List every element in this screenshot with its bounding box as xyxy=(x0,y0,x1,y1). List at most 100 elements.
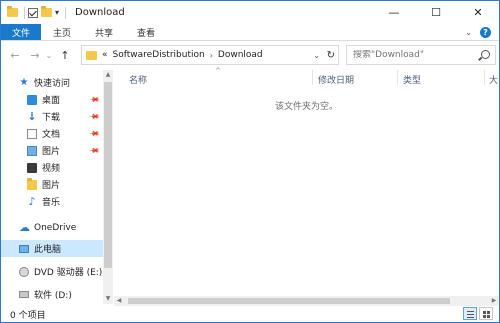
large-icons-view-button[interactable] xyxy=(479,307,493,320)
nav-item-label: 图片 xyxy=(42,147,61,157)
column-date-modified[interactable]: 修改日期 xyxy=(318,73,354,86)
nav-item-label: 音乐 xyxy=(42,198,61,208)
nav-item-label: 视频 xyxy=(42,164,61,174)
toolbar-divider xyxy=(65,6,67,19)
computer-icon xyxy=(19,244,29,253)
pin-icon[interactable]: 📌 xyxy=(88,94,100,106)
dvd-drive-icon xyxy=(19,266,29,277)
nav-item-documents[interactable]: 文档 📌 xyxy=(1,125,113,142)
maximize-button[interactable]: ☐ xyxy=(415,1,457,24)
nav-dvd-drive[interactable]: DVD 驱动器 (E:) S xyxy=(1,263,113,280)
nav-item-label: 桌面 xyxy=(42,96,61,106)
nav-item-label: DVD 驱动器 (E:) S xyxy=(34,268,111,278)
scrollbar-thumb[interactable] xyxy=(128,298,450,304)
sort-ascending-icon: ^ xyxy=(215,67,221,75)
details-view-button[interactable] xyxy=(463,307,477,320)
folder-icon xyxy=(27,177,37,190)
file-list: ^ 名称 修改日期 类型 大 该文件夹为空。 ◀ ▶ xyxy=(114,67,499,306)
nav-item-label: 快速访问 xyxy=(34,79,71,89)
column-size[interactable]: 大 xyxy=(489,73,498,86)
nav-item-music[interactable]: ♪ 音乐 xyxy=(1,193,113,210)
tab-home[interactable]: 主页 xyxy=(41,24,83,40)
nav-item-label: 图片 xyxy=(42,181,61,191)
nav-software-drive[interactable]: 软件 (D:) xyxy=(1,286,113,303)
up-button[interactable]: ↑ xyxy=(58,49,72,62)
star-icon: ★ xyxy=(19,76,29,88)
new-folder-icon[interactable] xyxy=(41,6,52,17)
scrollbar-thumb[interactable] xyxy=(104,82,112,268)
column-type[interactable]: 类型 xyxy=(403,73,421,86)
window-controls: — ☐ ✕ xyxy=(373,1,499,24)
pin-icon[interactable]: 📌 xyxy=(88,145,100,157)
download-icon: ↓ xyxy=(27,109,37,123)
column-headers: ^ 名称 修改日期 类型 大 xyxy=(114,67,499,87)
scroll-up-icon[interactable]: ▲ xyxy=(103,70,113,80)
nav-item-label: 软件 (D:) xyxy=(34,291,72,301)
nav-item-label: OneDrive xyxy=(34,222,77,233)
folder-icon xyxy=(7,6,18,17)
tab-view[interactable]: 查看 xyxy=(125,24,167,40)
search-input[interactable] xyxy=(353,50,478,60)
breadcrumb-softwaredistribution[interactable]: SoftwareDistribution xyxy=(113,50,205,60)
title-bar: ▾ Download — ☐ ✕ xyxy=(1,1,499,24)
properties-icon[interactable] xyxy=(28,7,38,18)
scroll-down-icon[interactable]: ▼ xyxy=(103,294,113,304)
pin-icon[interactable]: 📌 xyxy=(88,128,100,140)
toolbar-divider xyxy=(24,6,25,19)
scroll-left-icon[interactable]: ◀ xyxy=(114,296,124,306)
picture-icon xyxy=(27,145,37,156)
customize-toolbar-dropdown-icon[interactable]: ▾ xyxy=(55,8,59,17)
nav-quick-access[interactable]: ★ 快速访问 xyxy=(1,74,113,91)
breadcrumb-separator-icon[interactable]: › xyxy=(210,51,213,60)
status-bar: 0 个项目 xyxy=(1,306,499,322)
nav-item-pictures-folder[interactable]: 图片 xyxy=(1,176,113,193)
empty-folder-message: 该文件夹为空。 xyxy=(274,102,338,112)
forward-button[interactable]: → xyxy=(28,49,42,62)
nav-item-pictures[interactable]: 图片 📌 xyxy=(1,142,113,159)
column-divider[interactable] xyxy=(312,70,313,85)
column-divider[interactable] xyxy=(484,70,485,85)
hard-drive-icon xyxy=(19,291,29,298)
desktop-icon xyxy=(27,94,37,105)
document-icon xyxy=(27,128,37,139)
content-horizontal-scrollbar[interactable]: ◀ ▶ xyxy=(114,296,499,306)
nav-pane-scrollbar[interactable]: ▲ ▼ xyxy=(103,70,113,304)
nav-item-videos[interactable]: 视频 xyxy=(1,159,113,176)
close-button[interactable]: ✕ xyxy=(457,1,499,24)
cloud-icon: ☁ xyxy=(19,220,30,234)
ribbon-right-controls: ⌄ ? xyxy=(465,24,499,40)
ribbon-tabs: 文件 主页 共享 查看 ⌄ ? xyxy=(1,24,499,41)
details-view-icon xyxy=(467,311,474,312)
nav-item-label: 文档 xyxy=(42,130,61,140)
search-icon[interactable] xyxy=(481,50,490,59)
item-count: 0 个项目 xyxy=(10,310,46,321)
address-overflow[interactable]: « xyxy=(102,50,108,60)
nav-item-desktop[interactable]: 桌面 📌 xyxy=(1,91,113,108)
nav-onedrive[interactable]: ☁ OneDrive xyxy=(1,219,113,236)
refresh-icon[interactable]: ↻ xyxy=(327,50,335,61)
search-box[interactable] xyxy=(346,45,496,65)
help-icon[interactable]: ? xyxy=(480,26,491,38)
tab-share[interactable]: 共享 xyxy=(83,24,125,40)
expand-ribbon-icon[interactable]: ⌄ xyxy=(465,28,472,37)
address-bar[interactable]: « SoftwareDistribution › Download ⌄ ↻ xyxy=(81,45,339,65)
column-name[interactable]: 名称 xyxy=(129,73,147,86)
music-note-icon: ♪ xyxy=(28,194,36,208)
quick-access-toolbar: ▾ xyxy=(1,1,69,24)
column-divider[interactable] xyxy=(397,70,398,85)
nav-item-label: 此电脑 xyxy=(34,245,62,255)
recent-locations-button[interactable]: ⌄ xyxy=(44,51,54,60)
tab-file[interactable]: 文件 xyxy=(1,24,42,40)
scroll-right-icon[interactable]: ▶ xyxy=(489,296,499,306)
breadcrumb-download[interactable]: Download xyxy=(218,50,263,60)
window-title: Download xyxy=(75,7,125,18)
nav-item-downloads[interactable]: ↓ 下载 📌 xyxy=(1,108,113,125)
address-history-dropdown-icon[interactable]: ⌄ xyxy=(313,51,320,60)
video-icon xyxy=(27,162,37,173)
pin-icon[interactable]: 📌 xyxy=(88,111,100,123)
back-button[interactable]: ← xyxy=(8,49,22,62)
minimize-button[interactable]: — xyxy=(373,1,415,24)
folder-icon xyxy=(86,50,97,60)
view-switcher xyxy=(463,307,493,320)
nav-this-pc[interactable]: 此电脑 xyxy=(1,240,113,257)
